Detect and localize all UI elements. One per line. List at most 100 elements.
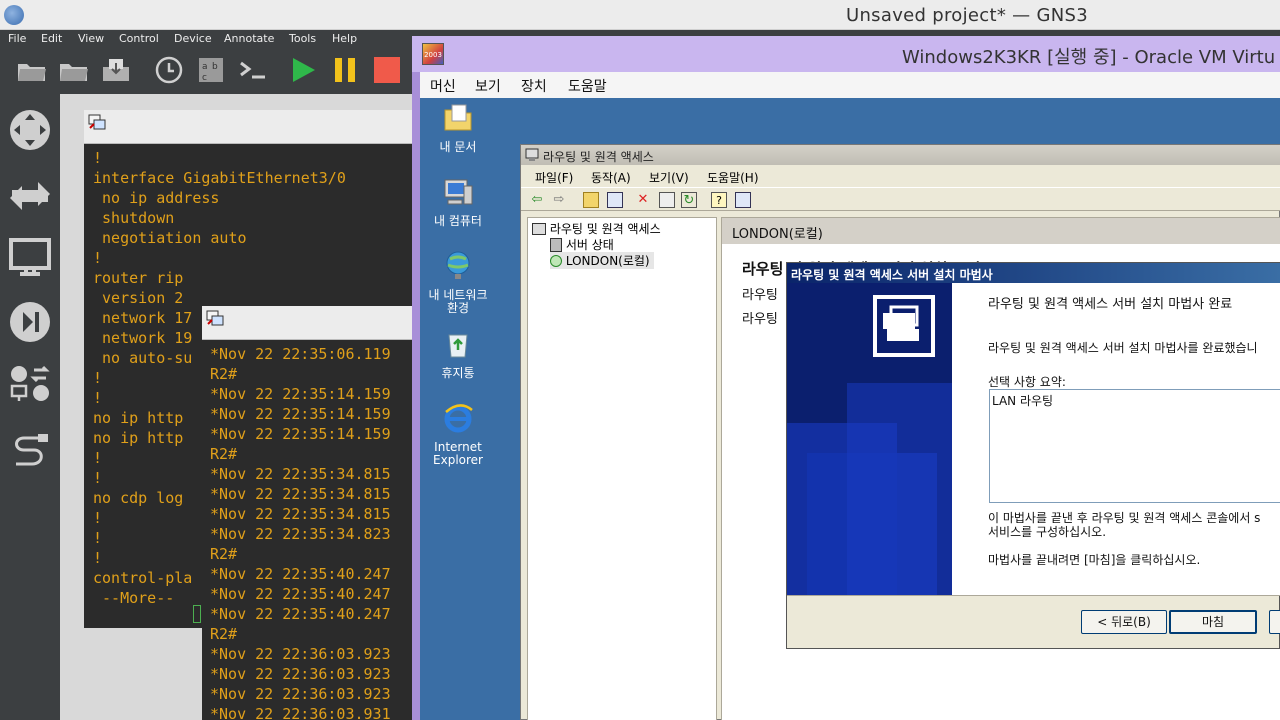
wizard-finish-instruction: 마법사를 끝내려면 [마침]을 클릭하십시오. bbox=[988, 553, 1201, 567]
finish-button[interactable]: 마침 bbox=[1169, 610, 1257, 634]
rras-icon bbox=[532, 223, 546, 235]
server-up-icon bbox=[550, 255, 562, 267]
console-line: R2# bbox=[210, 625, 238, 643]
rras-setup-wizard-dialog: 라우팅 및 원격 액세스 서버 설치 마법사 라우팅 및 원격 액세스 서버 설… bbox=[786, 262, 1280, 649]
save-project-icon[interactable] bbox=[100, 54, 132, 86]
vm-guest-screen[interactable]: 내 문서 내 컴퓨터 내 네트워크 환경 휴지통 Internet Explor… bbox=[420, 98, 1280, 720]
console-view-icon[interactable] bbox=[735, 192, 751, 208]
rras-icon bbox=[525, 148, 539, 161]
details-label: 라우팅 bbox=[742, 312, 778, 327]
vbox-menu-machine[interactable]: 머신 bbox=[430, 76, 456, 96]
abc-note-icon[interactable]: abc bbox=[195, 54, 227, 86]
rras-menu-view[interactable]: 보기(V) bbox=[649, 169, 689, 186]
menu-edit[interactable]: Edit bbox=[41, 32, 62, 45]
vbox-menu-view[interactable]: 보기 bbox=[475, 76, 501, 96]
computer-icon bbox=[444, 179, 473, 205]
rras-menu-help[interactable]: 도움말(H) bbox=[707, 169, 759, 186]
folder-icon bbox=[444, 104, 472, 131]
desktop-icon-my-computer[interactable]: 내 컴퓨터 bbox=[420, 176, 498, 228]
menu-view[interactable]: View bbox=[78, 32, 104, 45]
up-folder-icon[interactable] bbox=[583, 192, 599, 208]
rras-toolbar: ⇦ ⇨ ✕ ↻ ? bbox=[521, 187, 1280, 211]
menu-control[interactable]: Control bbox=[119, 32, 159, 45]
desktop-icon-label: Internet Explorer bbox=[433, 440, 483, 467]
menu-help[interactable]: Help bbox=[332, 32, 357, 45]
menu-annotate[interactable]: Annotate bbox=[224, 32, 274, 45]
console-line: interface GigabitEthernet3/0 bbox=[93, 169, 346, 187]
console-line: shutdown bbox=[93, 209, 175, 227]
r2-console-window[interactable]: *Nov 22 22:35:06.119 R2# *Nov 22 22:35:14.… bbox=[202, 306, 412, 720]
gns3-device-panel bbox=[0, 94, 60, 720]
all-devices-icon[interactable] bbox=[6, 360, 54, 408]
stop-all-icon[interactable] bbox=[371, 54, 403, 86]
show-hide-tree-icon[interactable] bbox=[607, 192, 623, 208]
console-line: *Nov 22 22:35:14.159 bbox=[210, 405, 391, 423]
svg-text:c: c bbox=[202, 73, 207, 83]
delete-x-icon[interactable]: ✕ bbox=[635, 192, 651, 208]
console-line: *Nov 22 22:35:06.119 bbox=[210, 345, 391, 363]
forward-arrow-icon[interactable]: ⇨ bbox=[551, 192, 567, 208]
putty-icon bbox=[206, 310, 224, 326]
vbox-menu-help[interactable]: 도움말 bbox=[568, 76, 607, 96]
wizard-side-banner bbox=[787, 283, 952, 595]
tree-root[interactable]: 라우팅 및 원격 액세스 bbox=[532, 220, 661, 237]
tree-item-label: 서버 상태 bbox=[565, 238, 614, 252]
security-devices-icon[interactable] bbox=[6, 298, 54, 346]
gns3-titlebar: Unsaved project* — GNS3 bbox=[0, 0, 1280, 30]
clock-icon[interactable] bbox=[153, 54, 185, 86]
desktop-icon-recycle-bin[interactable]: 휴지통 bbox=[420, 328, 498, 380]
open-project-icon[interactable] bbox=[58, 54, 90, 86]
back-button[interactable]: < 뒤로(B) bbox=[1081, 610, 1167, 634]
console-titlebar bbox=[84, 110, 412, 144]
internet-explorer-icon bbox=[444, 404, 473, 433]
help-icon[interactable]: ? bbox=[711, 192, 727, 208]
summary-textbox[interactable]: LAN 라우팅 bbox=[989, 389, 1280, 503]
tree-root-label: 라우팅 및 원격 액세스 bbox=[549, 222, 661, 236]
rras-tree-pane: 라우팅 및 원격 액세스 서버 상태 LONDON(로컬) bbox=[527, 217, 717, 720]
vbox-window-title: Windows2K3KR [실행 중] - Oracle VM Virtu bbox=[902, 47, 1276, 68]
desktop-icon-label: 내 컴퓨터 bbox=[434, 214, 482, 228]
suspend-all-pause-icon[interactable] bbox=[329, 54, 361, 86]
rras-menu-file[interactable]: 파일(F) bbox=[535, 169, 573, 186]
tree-item-server-status[interactable]: 서버 상태 bbox=[550, 236, 614, 253]
console-line: ! bbox=[93, 249, 103, 267]
console-line: no ip address bbox=[93, 189, 220, 207]
add-link-cable-icon[interactable] bbox=[6, 428, 54, 476]
cancel-button-partial[interactable] bbox=[1269, 610, 1280, 634]
routers-icon[interactable] bbox=[6, 106, 54, 154]
switches-icon[interactable] bbox=[6, 172, 54, 220]
desktop-icon-my-documents[interactable]: 내 문서 bbox=[420, 102, 498, 154]
rras-menubar: 파일(F) 동작(A) 보기(V) 도움말(H) bbox=[521, 165, 1280, 187]
details-header-label: LONDON(로컬) bbox=[732, 227, 823, 242]
desktop-icon-label: 휴지통 bbox=[441, 366, 475, 380]
recycle-bin-icon bbox=[448, 334, 468, 358]
console-line: R2# bbox=[210, 445, 238, 463]
end-devices-icon[interactable] bbox=[6, 234, 54, 282]
refresh-icon[interactable]: ↻ bbox=[681, 192, 697, 208]
menu-file[interactable]: File bbox=[8, 32, 26, 45]
desktop-icon-internet-explorer[interactable]: Internet Explorer bbox=[420, 402, 498, 467]
desktop-icon-network-places[interactable]: 내 네트워크 환경 bbox=[420, 250, 498, 315]
tree-item-london-local[interactable]: LONDON(로컬) bbox=[550, 252, 654, 269]
console-terminal-icon[interactable] bbox=[237, 54, 269, 86]
svg-text:a: a bbox=[202, 62, 208, 72]
globe-network-icon bbox=[446, 251, 470, 279]
console-titlebar bbox=[202, 306, 412, 340]
back-arrow-icon[interactable]: ⇦ bbox=[529, 192, 545, 208]
details-label: 라우팅 bbox=[742, 288, 778, 303]
menu-tools[interactable]: Tools bbox=[289, 32, 316, 45]
windows-2003-icon: 2003 bbox=[422, 43, 444, 65]
properties-icon[interactable] bbox=[659, 192, 675, 208]
console-line: version 2 bbox=[93, 289, 184, 307]
vbox-menu-devices[interactable]: 장치 bbox=[521, 76, 547, 96]
vbox-titlebar: 2003 Windows2K3KR [실행 중] - Oracle VM Vir… bbox=[412, 36, 1280, 72]
wizard-message: 라우팅 및 원격 액세스 서버 설치 마법사를 완료했습니 bbox=[988, 341, 1258, 355]
open-folder-icon[interactable] bbox=[16, 54, 48, 86]
start-all-play-icon[interactable] bbox=[287, 54, 319, 86]
menu-device[interactable]: Device bbox=[174, 32, 212, 45]
rras-menu-action[interactable]: 동작(A) bbox=[591, 169, 631, 186]
console-line: *Nov 22 22:35:34.815 bbox=[210, 485, 391, 503]
wizard-body: 라우팅 및 원격 액세스 서버 설치 마법사 완료 라우팅 및 원격 액세스 서… bbox=[952, 283, 1280, 595]
gns3-toolbar: abc bbox=[0, 48, 412, 94]
wizard-banner-graphic bbox=[787, 283, 952, 595]
